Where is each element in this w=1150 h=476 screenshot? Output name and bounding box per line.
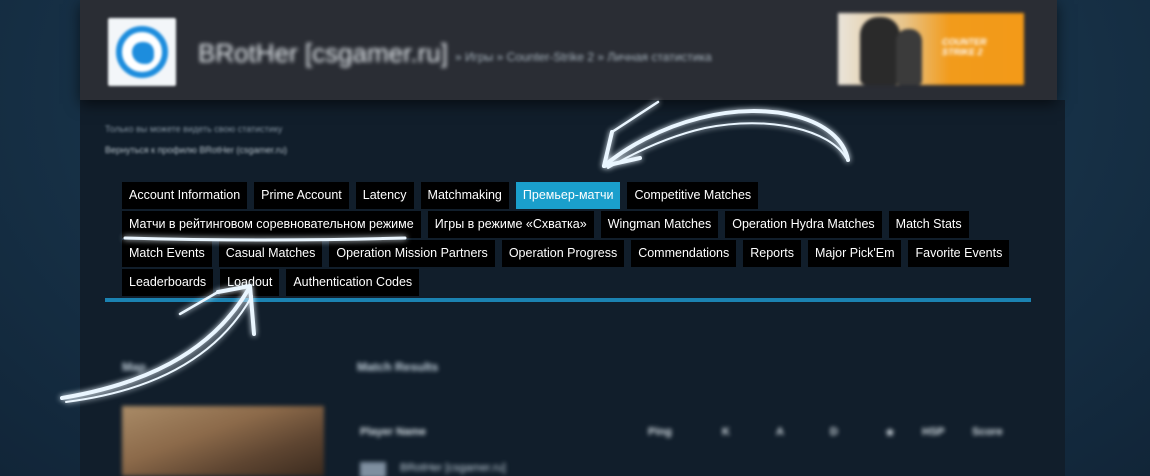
col-deaths: D [830, 426, 838, 438]
tab-premier-matches[interactable]: Премьер-матчи [515, 182, 621, 209]
tab-major-pickem[interactable]: Major Pick'Em [808, 240, 902, 267]
tab-ranked-competitive-matches[interactable]: Матчи в рейтинговом соревновательном реж… [122, 211, 421, 238]
privacy-note: Только вы можете видеть свою статистику [105, 124, 283, 134]
game-logo-text: COUNTER STRIKE 2 [942, 37, 987, 57]
tab-row: Leaderboards Loadout Authentication Code… [122, 269, 1022, 298]
player-avatar [360, 462, 386, 476]
tab-reports[interactable]: Reports [743, 240, 801, 267]
col-hsp: HSP [922, 426, 945, 438]
tab-skirmish-matches[interactable]: Игры в режиме «Схватка» [427, 211, 594, 238]
col-mvp: ★ [885, 427, 895, 439]
tab-authentication-codes[interactable]: Authentication Codes [286, 269, 420, 296]
tab-commendations[interactable]: Commendations [631, 240, 737, 267]
map-thumbnail [122, 406, 324, 476]
tab-match-events[interactable]: Match Events [122, 240, 212, 267]
tab-loadout[interactable]: Loadout [220, 269, 280, 296]
tab-wingman-matches[interactable]: Wingman Matches [600, 211, 719, 238]
col-ping: Ping [648, 426, 672, 438]
tab-operation-progress[interactable]: Operation Progress [501, 240, 625, 267]
game-banner[interactable]: COUNTER STRIKE 2 [838, 13, 1024, 85]
table-row[interactable]: BRotHer [csgamer.ru] [360, 460, 1020, 476]
tab-row: Match Events Casual Matches Operation Mi… [122, 240, 1022, 269]
tab-row: Матчи в рейтинговом соревновательном реж… [122, 211, 1022, 240]
player-name: BRotHer [csgamer.ru] [400, 462, 506, 474]
tab-latency[interactable]: Latency [355, 182, 414, 209]
stats-tab-strip: Account Information Prime Account Latenc… [122, 182, 1022, 298]
col-kills: K [722, 426, 730, 438]
profile-name[interactable]: BRotHer [csgamer.ru] [198, 38, 448, 69]
map-column-header: Map [122, 360, 146, 374]
tab-divider [105, 298, 1031, 302]
breadcrumb[interactable]: » Игры » Counter-Strike 2 » Личная стати… [455, 50, 712, 64]
tab-row: Account Information Prime Account Latenc… [122, 182, 1022, 211]
soldier-figure-icon [860, 17, 900, 85]
tab-matchmaking[interactable]: Matchmaking [420, 182, 509, 209]
soldier-figure-icon [896, 29, 922, 85]
scoreboard-header: Player Name Ping K A D ★ HSP Score [340, 426, 1030, 446]
col-score: Score [972, 426, 1003, 438]
col-assists: A [776, 426, 784, 438]
tab-casual-matches[interactable]: Casual Matches [218, 240, 323, 267]
tab-operation-hydra-matches[interactable]: Operation Hydra Matches [725, 211, 882, 238]
tab-match-stats[interactable]: Match Stats [888, 211, 969, 238]
back-to-profile-link[interactable]: Вернуться к профилю BRotHer (csgamer.ru) [105, 145, 287, 155]
tab-operation-mission-partners[interactable]: Operation Mission Partners [329, 240, 495, 267]
col-player-name: Player Name [360, 426, 427, 438]
match-results-header: Match Results [357, 360, 439, 374]
tab-leaderboards[interactable]: Leaderboards [122, 269, 214, 296]
tab-prime-account[interactable]: Prime Account [254, 182, 349, 209]
tab-account-information[interactable]: Account Information [122, 182, 248, 209]
avatar-image-icon [116, 26, 168, 78]
avatar[interactable] [108, 18, 176, 86]
tab-competitive-matches[interactable]: Competitive Matches [627, 182, 759, 209]
tab-favorite-events[interactable]: Favorite Events [908, 240, 1010, 267]
